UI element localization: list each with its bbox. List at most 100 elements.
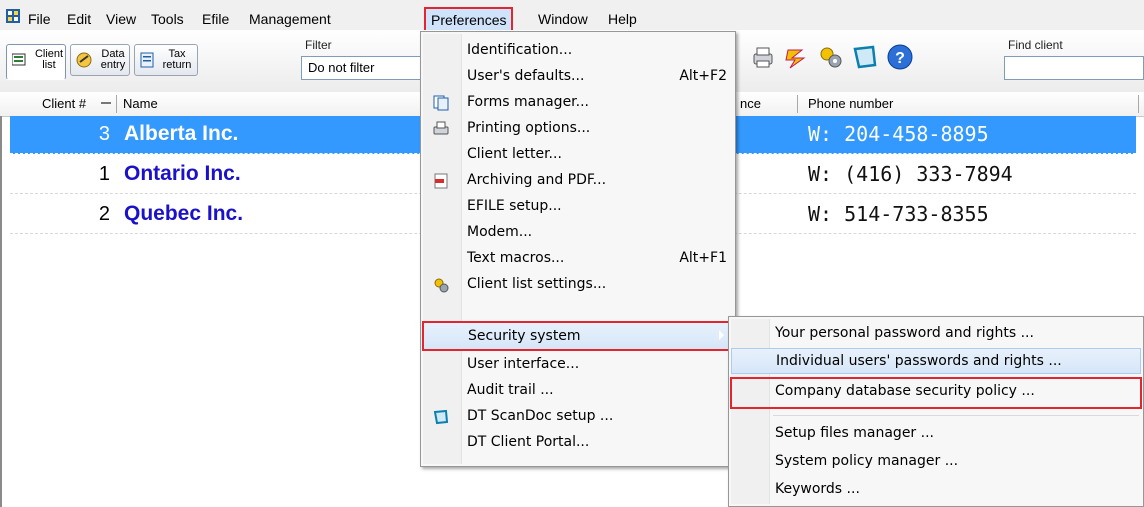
menu-item-efile-setup[interactable]: EFILE setup...: [423, 194, 733, 220]
client-number: 1: [98, 163, 110, 185]
menu-item-individual-users-passwords[interactable]: Individual users' passwords and rights .…: [731, 348, 1141, 374]
menu-item-label: Audit trail ...: [467, 382, 554, 398]
menu-item-company-security-policy[interactable]: Company database security policy ...: [730, 377, 1142, 409]
menu-item-label: Archiving and PDF...: [467, 172, 607, 188]
tax-return-button[interactable]: Tax return: [134, 44, 198, 76]
efile-lightning-icon[interactable]: [784, 44, 810, 70]
menu-item-setup-files-manager[interactable]: Setup files manager ...: [731, 421, 1141, 447]
column-name[interactable]: Name: [123, 96, 158, 111]
menu-item-client-letter[interactable]: Client letter...: [423, 142, 733, 168]
column-phone[interactable]: Phone number: [808, 96, 893, 111]
menu-item-label: Company database security policy ...: [775, 383, 1035, 399]
menu-item-forms-manager[interactable]: Forms manager...: [423, 90, 733, 116]
column-separator: [1138, 95, 1139, 113]
menu-item-label: Individual users' passwords and rights .…: [776, 353, 1062, 369]
client-phone: W: 204-458-8895: [808, 122, 989, 146]
menu-item-label: User's defaults...: [467, 68, 585, 84]
menu-item-system-policy-manager[interactable]: System policy manager ...: [731, 449, 1141, 475]
scandoc-icon: [433, 409, 449, 425]
client-name: Ontario Inc.: [124, 162, 241, 185]
printer-icon: [433, 121, 449, 135]
printer-icon[interactable]: [750, 44, 776, 70]
client-list-icon: [12, 53, 26, 66]
client-name: Alberta Inc.: [124, 122, 239, 145]
menu-item-label: Keywords ...: [775, 481, 860, 497]
menu-item-users-defaults[interactable]: User's defaults... Alt+F2: [423, 64, 733, 90]
menu-item-security-system[interactable]: Security system: [422, 321, 734, 351]
help-icon[interactable]: ?: [886, 43, 914, 71]
menu-efile[interactable]: Efile: [202, 11, 229, 27]
menu-item-text-macros[interactable]: Text macros... Alt+F1: [423, 246, 733, 272]
menu-bar: File Edit View Tools Efile Management Pr…: [0, 0, 1144, 33]
menu-item-label: Printing options...: [467, 120, 591, 136]
menu-item-label: Identification...: [467, 42, 573, 58]
client-name: Quebec Inc.: [124, 202, 244, 225]
menu-item-label: Client list settings...: [467, 276, 607, 292]
menu-item-label: Text macros...: [467, 250, 565, 266]
forms-icon: [433, 95, 449, 111]
preferences-menu: Identification... User's defaults... Alt…: [420, 31, 736, 467]
client-list-label: Client list: [34, 48, 64, 71]
column-balance[interactable]: nce: [740, 96, 761, 111]
menu-item-label: DT Client Portal...: [467, 434, 590, 450]
menu-item-user-interface[interactable]: User interface...: [423, 352, 733, 378]
tax-return-label: Tax return: [162, 48, 192, 71]
submenu-arrow-icon: [719, 330, 724, 340]
menu-item-audit-trail[interactable]: Audit trail ...: [423, 378, 733, 404]
pdf-icon: [434, 173, 448, 189]
scandoc-icon[interactable]: [852, 44, 878, 70]
menu-view[interactable]: View: [106, 11, 136, 27]
menu-item-label: Security system: [468, 328, 581, 344]
menu-item-label: Setup files manager ...: [775, 425, 934, 441]
security-submenu: Your personal password and rights ... In…: [728, 316, 1144, 507]
menu-item-label: Modem...: [467, 224, 533, 240]
client-number: 2: [98, 203, 110, 225]
window-border: [0, 116, 2, 507]
menu-item-label: Your personal password and rights ...: [775, 325, 1034, 341]
menu-item-label: User interface...: [467, 356, 580, 372]
menu-item-label: Client letter...: [467, 146, 562, 162]
filter-label: Filter: [305, 38, 332, 52]
find-client-label: Find client: [1008, 38, 1063, 52]
client-list-button[interactable]: Client list: [6, 44, 66, 80]
menu-item-shortcut: Alt+F2: [679, 68, 727, 84]
menu-item-keywords[interactable]: Keywords ...: [731, 477, 1141, 503]
svg-text:?: ?: [895, 50, 905, 67]
menu-help[interactable]: Help: [608, 11, 637, 27]
menu-item-label: Forms manager...: [467, 94, 590, 110]
column-separator: [116, 95, 117, 113]
menu-tools[interactable]: Tools: [151, 11, 184, 27]
menu-item-identification[interactable]: Identification...: [423, 38, 733, 64]
data-entry-label: Data entry: [100, 48, 126, 71]
menu-window[interactable]: Window: [538, 11, 588, 27]
column-resize-handle[interactable]: [101, 102, 111, 104]
client-phone: W: (416) 333-7894: [808, 162, 1013, 186]
menu-item-archiving-pdf[interactable]: Archiving and PDF...: [423, 168, 733, 194]
filter-select[interactable]: Do not filter: [301, 56, 425, 80]
menu-item-client-portal[interactable]: DT Client Portal...: [423, 430, 733, 456]
menu-item-personal-password[interactable]: Your personal password and rights ...: [731, 321, 1141, 347]
data-entry-icon: [76, 52, 92, 68]
data-entry-button[interactable]: Data entry: [70, 44, 130, 76]
menu-item-label: System policy manager ...: [775, 453, 959, 469]
settings-gears-icon[interactable]: [818, 44, 844, 70]
menu-item-label: DT ScanDoc setup ...: [467, 408, 614, 424]
menu-edit[interactable]: Edit: [67, 11, 91, 27]
menu-management[interactable]: Management: [249, 11, 331, 27]
menu-item-shortcut: Alt+F1: [679, 250, 727, 266]
column-client-number[interactable]: Client #: [42, 96, 86, 111]
menu-item-client-list-settings[interactable]: Client list settings...: [423, 272, 733, 298]
menu-item-modem[interactable]: Modem...: [423, 220, 733, 246]
menu-file[interactable]: File: [28, 11, 51, 27]
app-icon: [6, 9, 20, 23]
column-separator: [797, 95, 798, 113]
menu-separator: [773, 415, 1139, 416]
client-number: 3: [98, 123, 110, 145]
gears-icon: [434, 278, 449, 293]
menu-item-scandoc-setup[interactable]: DT ScanDoc setup ...: [423, 404, 733, 430]
client-phone: W: 514-733-8355: [808, 202, 989, 226]
tax-return-icon: [140, 52, 154, 68]
find-client-input[interactable]: [1004, 56, 1144, 80]
menu-item-printing-options[interactable]: Printing options...: [423, 116, 733, 142]
menu-item-label: EFILE setup...: [467, 198, 562, 214]
